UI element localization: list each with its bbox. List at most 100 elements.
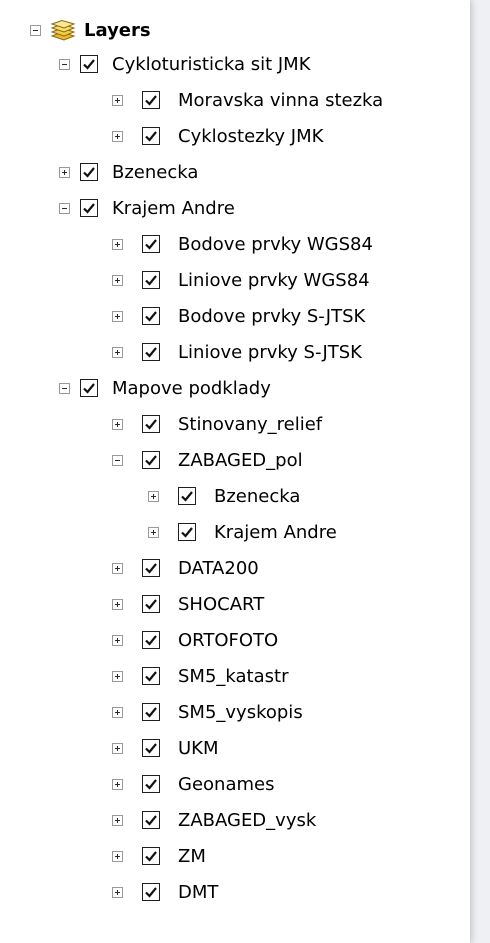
layer-name: Geonames xyxy=(178,774,275,795)
check-icon xyxy=(83,59,95,70)
layer-visibility-checkbox[interactable] xyxy=(142,883,160,901)
layer-visibility-checkbox[interactable] xyxy=(142,847,160,865)
layer-name: Mapove podklady xyxy=(112,378,271,399)
expand-icon[interactable] xyxy=(112,239,123,250)
layer-visibility-checkbox[interactable] xyxy=(142,775,160,793)
expand-icon[interactable] xyxy=(112,815,123,826)
expand-icon[interactable] xyxy=(112,743,123,754)
layer-stinovany-relief[interactable]: Stinovany_relief xyxy=(0,408,470,444)
expand-icon[interactable] xyxy=(59,167,70,178)
layer-visibility-checkbox[interactable] xyxy=(142,739,160,757)
layer-visibility-checkbox[interactable] xyxy=(142,271,160,289)
check-icon xyxy=(145,599,157,610)
layer-name: ZABAGED_vysk xyxy=(178,810,317,831)
layer-visibility-checkbox[interactable] xyxy=(80,379,98,397)
layer-name: SM5_vyskopis xyxy=(178,702,303,723)
layer-geonames[interactable]: Geonames xyxy=(0,768,470,804)
layer-visibility-checkbox[interactable] xyxy=(142,703,160,721)
layer-visibility-checkbox[interactable] xyxy=(142,667,160,685)
layer-name: SM5_katastr xyxy=(178,666,289,687)
layer-name: Moravska vinna stezka xyxy=(178,90,384,111)
layer-moravska-vinna-stezka[interactable]: Moravska vinna stezka xyxy=(0,84,470,120)
layer-name: ZABAGED_pol xyxy=(178,450,303,471)
layer-data200[interactable]: DATA200 xyxy=(0,552,470,588)
layer-name: Stinovany_relief xyxy=(178,414,323,435)
layer-sm5-katastr[interactable]: SM5_katastr xyxy=(0,660,470,696)
layer-shocart[interactable]: SHOCART xyxy=(0,588,470,624)
check-icon xyxy=(145,779,157,790)
expand-icon[interactable] xyxy=(112,635,123,646)
layer-zabaged-pol-krajem-andre[interactable]: Krajem Andre xyxy=(0,516,470,552)
tree-root-layers[interactable]: Layers xyxy=(0,14,470,50)
check-icon xyxy=(145,563,157,574)
layer-ukm[interactable]: UKM xyxy=(0,732,470,768)
expand-icon[interactable] xyxy=(112,131,123,142)
expand-icon[interactable] xyxy=(112,347,123,358)
expand-icon[interactable] xyxy=(112,671,123,682)
expand-icon[interactable] xyxy=(112,707,123,718)
layer-visibility-checkbox[interactable] xyxy=(178,487,196,505)
expand-icon[interactable] xyxy=(148,527,159,538)
layer-bodove-prvky-s-jtsk[interactable]: Bodove prvky S-JTSK xyxy=(0,300,470,336)
layer-name: Bodove prvky S-JTSK xyxy=(178,306,366,327)
layer-visibility-checkbox[interactable] xyxy=(142,595,160,613)
layer-visibility-checkbox[interactable] xyxy=(142,631,160,649)
expand-icon[interactable] xyxy=(148,491,159,502)
layer-visibility-checkbox[interactable] xyxy=(142,415,160,433)
layer-bodove-prvky-wgs84[interactable]: Bodove prvky WGS84 xyxy=(0,228,470,264)
layer-visibility-checkbox[interactable] xyxy=(80,55,98,73)
layer-krajem-andre[interactable]: Krajem Andre xyxy=(0,192,470,228)
layer-visibility-checkbox[interactable] xyxy=(142,343,160,361)
expand-icon[interactable] xyxy=(112,311,123,322)
layer-name: DMT xyxy=(178,882,219,903)
layer-liniove-prvky-s-jtsk[interactable]: Liniove prvky S-JTSK xyxy=(0,336,470,372)
layer-zabaged-pol-bzenecka[interactable]: Bzenecka xyxy=(0,480,470,516)
collapse-icon[interactable] xyxy=(59,203,70,214)
layer-visibility-checkbox[interactable] xyxy=(142,307,160,325)
expand-icon[interactable] xyxy=(112,851,123,862)
layer-sm5-vyskopis[interactable]: SM5_vyskopis xyxy=(0,696,470,732)
expand-icon[interactable] xyxy=(112,887,123,898)
layer-name: DATA200 xyxy=(178,558,259,579)
check-icon xyxy=(145,311,157,322)
layer-visibility-checkbox[interactable] xyxy=(80,199,98,217)
layer-visibility-checkbox[interactable] xyxy=(80,163,98,181)
check-icon xyxy=(145,815,157,826)
check-icon xyxy=(181,491,193,502)
layer-name: Bodove prvky WGS84 xyxy=(178,234,373,255)
check-icon xyxy=(145,671,157,682)
layer-cyklostezky-jmk[interactable]: Cyklostezky JMK xyxy=(0,120,470,156)
expand-icon[interactable] xyxy=(112,779,123,790)
collapse-icon[interactable] xyxy=(59,59,70,70)
check-icon xyxy=(145,635,157,646)
layer-name: ZM xyxy=(178,846,206,867)
layer-name: UKM xyxy=(178,738,219,759)
layer-tree: Layers Cykloturisticka sit JMK Moravska … xyxy=(0,0,470,903)
layer-visibility-checkbox[interactable] xyxy=(142,91,160,109)
layer-visibility-checkbox[interactable] xyxy=(142,559,160,577)
layer-visibility-checkbox[interactable] xyxy=(142,235,160,253)
layer-visibility-checkbox[interactable] xyxy=(142,811,160,829)
layer-mapove-podklady[interactable]: Mapove podklady xyxy=(0,372,470,408)
check-icon xyxy=(145,239,157,250)
expand-icon[interactable] xyxy=(112,599,123,610)
layer-visibility-checkbox[interactable] xyxy=(142,127,160,145)
layer-zabaged-pol[interactable]: ZABAGED_pol xyxy=(0,444,470,480)
layer-zm[interactable]: ZM xyxy=(0,840,470,876)
layer-dmt[interactable]: DMT xyxy=(0,876,470,912)
expand-icon[interactable] xyxy=(112,563,123,574)
layer-liniove-prvky-wgs84[interactable]: Liniove prvky WGS84 xyxy=(0,264,470,300)
collapse-icon[interactable] xyxy=(112,455,123,466)
expand-icon[interactable] xyxy=(112,95,123,106)
layer-cykloturisticka-sit-jmk[interactable]: Cykloturisticka sit JMK xyxy=(0,48,470,84)
layer-zabaged-vysk[interactable]: ZABAGED_vysk xyxy=(0,804,470,840)
check-icon xyxy=(83,167,95,178)
collapse-icon[interactable] xyxy=(30,25,41,36)
collapse-icon[interactable] xyxy=(59,383,70,394)
layer-ortofoto[interactable]: ORTOFOTO xyxy=(0,624,470,660)
layer-visibility-checkbox[interactable] xyxy=(178,523,196,541)
expand-icon[interactable] xyxy=(112,275,123,286)
layer-visibility-checkbox[interactable] xyxy=(142,451,160,469)
expand-icon[interactable] xyxy=(112,419,123,430)
layer-bzenecka[interactable]: Bzenecka xyxy=(0,156,470,192)
